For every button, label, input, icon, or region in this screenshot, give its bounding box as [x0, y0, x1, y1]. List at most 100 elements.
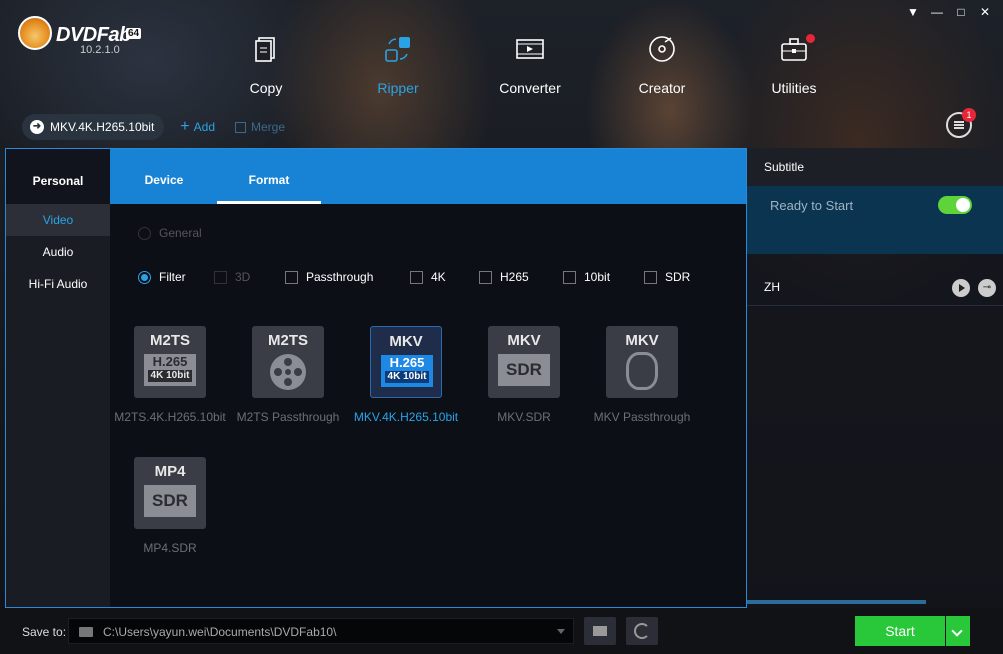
checkbox-icon [563, 270, 576, 284]
browse-folder-button[interactable] [584, 617, 616, 645]
subtitle-language: ZH [764, 280, 780, 294]
profile-dropdown: Personal Device Format Video Audio Hi-Fi… [5, 148, 747, 608]
checkbox-icon [479, 270, 492, 284]
sidebar-item-audio[interactable]: Audio [6, 236, 110, 268]
chevron-down-icon[interactable] [557, 629, 565, 634]
task-status-row: Ready to Start [746, 186, 1003, 254]
filter-3d-checkbox[interactable]: 3D [214, 270, 250, 284]
format-mp4-sdr[interactable]: MP4 SDR MP4.SDR [110, 457, 230, 555]
profile-selector[interactable]: ➜ MKV.4K.H265.10bit [22, 114, 165, 140]
swirl-icon [626, 352, 658, 390]
module-ripper[interactable]: Ripper [332, 30, 464, 96]
format-m2ts-4k-h265-10bit[interactable]: M2TS H.265 4K 10bit M2TS.4K.H265.10bit [110, 326, 230, 424]
save-to-label: Save to: [22, 625, 67, 639]
add-button[interactable]: + Add [180, 118, 215, 136]
m2ts-format-icon: M2TS [252, 326, 324, 398]
window-controls: ▼ — □ ✕ [901, 4, 997, 20]
m2ts-format-icon: M2TS H.265 4K 10bit [134, 326, 206, 398]
format-label: MKV.4K.H265.10bit [353, 410, 459, 424]
utilities-icon [781, 38, 807, 61]
checkbox-icon [644, 270, 657, 284]
tab-personal[interactable]: Personal [6, 149, 110, 204]
close-button[interactable]: ✕ [973, 4, 997, 20]
bits-badge: 64 [126, 28, 142, 39]
format-mkv-4k-h265-10bit[interactable]: MKV H.265 4K 10bit MKV.4K.H265.10bit [346, 326, 466, 424]
output-path: C:\Users\yayun.wei\Documents\DVDFab10\ [103, 625, 337, 639]
notification-dot [806, 34, 815, 43]
maximize-button[interactable]: □ [949, 4, 973, 20]
checkbox-icon [410, 270, 423, 284]
task-toggle[interactable] [938, 196, 972, 214]
refresh-button[interactable] [626, 617, 658, 645]
format-label: MKV.SDR [497, 410, 551, 424]
settings-dropdown-icon[interactable]: ▼ [901, 4, 925, 20]
format-label: MP4.SDR [143, 541, 197, 555]
category-sidebar: Video Audio Hi-Fi Audio [6, 204, 110, 607]
merge-label: Merge [251, 120, 286, 134]
sidebar-item-hifi-audio[interactable]: Hi-Fi Audio [6, 268, 110, 300]
bottom-bar: Save to: C:\Users\yayun.wei\Documents\DV… [0, 608, 1003, 654]
merge-icon [235, 121, 246, 133]
module-nav: Copy Ripper Converter Creator Utilities [200, 30, 860, 96]
mp4-format-icon: MP4 SDR [134, 457, 206, 529]
format-label: M2TS Passthrough [236, 410, 340, 424]
mkv-format-icon: MKV SDR [488, 326, 560, 398]
filter-10bit-checkbox[interactable]: 10bit [563, 270, 610, 284]
format-m2ts-passthrough[interactable]: M2TS M2TS Passthrough [228, 326, 348, 424]
output-path-field[interactable]: C:\Users\yayun.wei\Documents\DVDFab10\ [68, 618, 574, 644]
progress-line [746, 600, 926, 604]
copy-icon [255, 37, 275, 62]
sidebar-item-video[interactable]: Video [6, 204, 110, 236]
plus-icon: + [180, 118, 190, 135]
format-panel: General Filter 3D Passthrough 4K H265 10… [110, 204, 746, 607]
subtitle-row: ZH ⊸ [746, 270, 1003, 306]
arrow-right-icon: ➜ [30, 120, 44, 134]
filter-passthrough-checkbox[interactable]: Passthrough [285, 270, 373, 284]
format-mkv-sdr[interactable]: MKV SDR MKV.SDR [464, 326, 584, 424]
checkbox-icon [285, 270, 298, 284]
key-icon[interactable]: ⊸ [978, 279, 996, 297]
format-label: MKV Passthrough [593, 410, 691, 424]
ripper-icon [385, 37, 410, 62]
start-button[interactable]: Start [855, 616, 945, 646]
folder-icon [79, 627, 93, 637]
filter-h265-checkbox[interactable]: H265 [479, 270, 529, 284]
task-panel: Subtitle Ready to Start ZH ⊸ [746, 148, 1003, 608]
converter-icon [516, 39, 544, 59]
app-version: 10.2.1.0 [80, 44, 120, 56]
minimize-button[interactable]: — [925, 4, 949, 20]
filter-radio[interactable]: Filter [138, 270, 186, 284]
module-label: Ripper [377, 80, 419, 96]
format-mkv-passthrough[interactable]: MKV MKV Passthrough [582, 326, 702, 424]
tab-format[interactable]: Format [217, 149, 321, 204]
mkv-format-icon: MKV H.265 4K 10bit [370, 326, 442, 398]
mkv-format-icon: MKV [606, 326, 678, 398]
profile-name: MKV.4K.H265.10bit [50, 120, 155, 134]
module-label: Creator [638, 80, 686, 96]
dvdfab-mascot-icon [18, 16, 52, 50]
module-creator[interactable]: Creator [596, 30, 728, 96]
module-label: Copy [249, 80, 283, 96]
module-utilities[interactable]: Utilities [728, 30, 860, 96]
module-copy[interactable]: Copy [200, 30, 332, 96]
profile-bar: ➜ MKV.4K.H265.10bit + Add Merge [22, 114, 285, 140]
ready-status: Ready to Start [770, 198, 854, 213]
checkbox-icon [214, 270, 227, 284]
format-label: M2TS.4K.H265.10bit [114, 410, 226, 424]
task-queue-button[interactable]: 1 [946, 108, 976, 138]
app-logo: DVDFab 64 10.2.1.0 [18, 14, 158, 62]
module-label: Converter [499, 80, 561, 96]
tab-device[interactable]: Device [110, 149, 218, 204]
play-icon[interactable] [952, 279, 970, 297]
module-converter[interactable]: Converter [464, 30, 596, 96]
general-radio[interactable]: General [138, 226, 202, 240]
creator-icon [649, 36, 675, 62]
add-label: Add [193, 120, 215, 134]
filter-4k-checkbox[interactable]: 4K [410, 270, 446, 284]
film-reel-icon [270, 354, 306, 390]
radio-off-icon [138, 226, 151, 240]
queue-badge: 1 [962, 108, 976, 122]
start-options-button[interactable] [946, 616, 970, 646]
filter-sdr-checkbox[interactable]: SDR [644, 270, 690, 284]
merge-button[interactable]: Merge [235, 120, 285, 134]
